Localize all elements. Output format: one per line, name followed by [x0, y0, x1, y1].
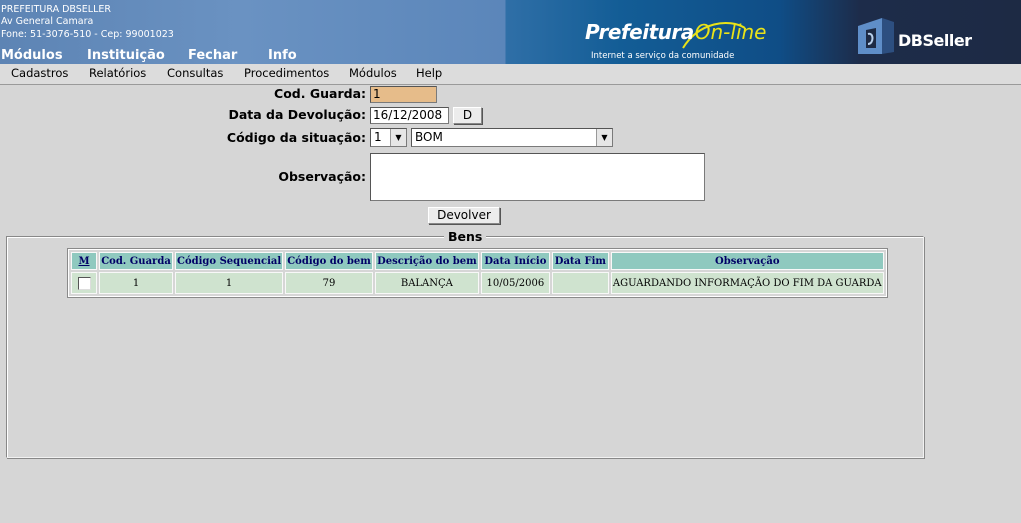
brand-main: Prefeitura [585, 20, 694, 44]
bens-legend: Bens [444, 229, 487, 244]
cell-observacao: AGUARDANDO INFORMAÇÃO DO FIM DA GUARDA [610, 272, 884, 294]
top-menu-fechar[interactable]: Fechar [188, 48, 237, 63]
col-codigo-sequencial: Código Sequencial [175, 252, 284, 270]
observacao-label: Observação: [278, 169, 366, 184]
cod-guarda-label: Cod. Guarda: [274, 86, 366, 101]
col-descricao-bem: Descrição do bem [374, 252, 479, 270]
menu-relatorios[interactable]: Relatórios [89, 66, 146, 80]
app-header: PREFEITURA DBSELLER Av General Camara Fo… [0, 0, 1021, 64]
menu-consultas[interactable]: Consultas [167, 66, 223, 80]
table-header-row: M Cod. Guarda Código Sequencial Código d… [71, 252, 884, 270]
row-checkbox-cell [71, 272, 97, 294]
menu-modulos[interactable]: Módulos [349, 66, 397, 80]
top-menu-info[interactable]: Info [268, 48, 297, 63]
situacao-label: Código da situação: [226, 130, 366, 145]
cell-codigo-bem: 79 [285, 272, 373, 294]
col-mark-all[interactable]: M [71, 252, 97, 270]
org-phone: Fone: 51-3076-510 - Cep: 99001023 [1, 29, 174, 40]
menu-bar: Cadastros Relatórios Consultas Procedime… [0, 64, 1021, 85]
top-menu-instituicao[interactable]: Instituição [87, 48, 165, 63]
situacao-desc-value: BOM [415, 130, 443, 144]
situacao-code-value: 1 [374, 130, 382, 144]
chevron-down-icon[interactable]: ▼ [390, 129, 406, 146]
org-name: PREFEITURA DBSELLER [1, 4, 111, 15]
col-observacao: Observação [610, 252, 884, 270]
col-data-inicio: Data Início [480, 252, 550, 270]
cell-data-fim [551, 272, 609, 294]
brand-tagline: Internet a serviço da comunidade [591, 51, 735, 61]
brand-online: On-line [694, 20, 767, 44]
data-devolucao-label: Data da Devolução: [228, 107, 366, 122]
top-menu-modulos[interactable]: Módulos [1, 48, 63, 63]
menu-help[interactable]: Help [416, 66, 442, 80]
menu-procedimentos[interactable]: Procedimentos [244, 66, 329, 80]
menu-cadastros[interactable]: Cadastros [11, 66, 68, 80]
situacao-desc-select[interactable]: BOM ▼ [411, 128, 613, 147]
cell-codigo-sequencial: 1 [175, 272, 284, 294]
cod-guarda-input[interactable]: 1 [370, 86, 437, 103]
vendor-name-text: DBSeller [898, 31, 972, 50]
cell-descricao: BALANÇA [374, 272, 479, 294]
situacao-code-select[interactable]: 1 ▼ [370, 128, 407, 147]
col-cod-guarda: Cod. Guarda [99, 252, 173, 270]
devolver-button[interactable]: Devolver [428, 207, 500, 224]
dbseller-logo-icon [858, 18, 894, 54]
table-row: 1 1 79 BALANÇA 10/05/2006 AGUARDANDO INF… [71, 272, 884, 294]
bens-table: M Cod. Guarda Código Sequencial Código d… [67, 248, 888, 298]
data-devolucao-input[interactable]: 16/12/2008 [370, 107, 449, 124]
row-checkbox[interactable] [77, 276, 91, 290]
cell-data-inicio: 10/05/2006 [480, 272, 550, 294]
col-codigo-bem: Código do bem [285, 252, 373, 270]
brand-logo: PrefeituraOn-line [585, 20, 766, 44]
org-address: Av General Camara [1, 16, 94, 27]
vendor-name: DBSeller [898, 31, 972, 50]
date-picker-button[interactable]: D [453, 107, 482, 124]
cell-cod-guarda: 1 [99, 272, 173, 294]
observacao-textarea[interactable] [370, 153, 705, 201]
col-data-fim: Data Fim [551, 252, 609, 270]
chevron-down-icon[interactable]: ▼ [596, 129, 612, 146]
